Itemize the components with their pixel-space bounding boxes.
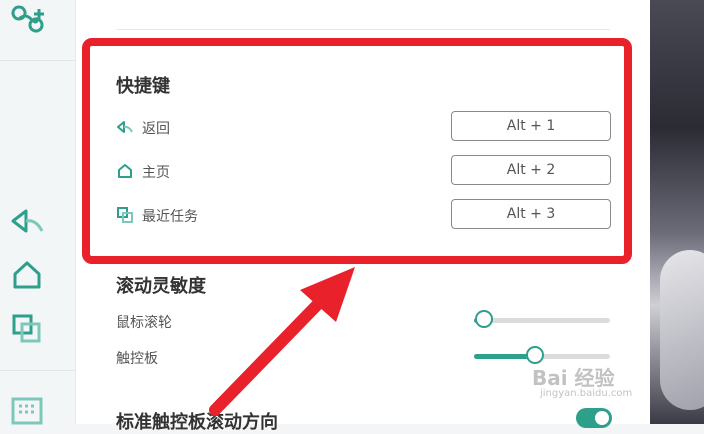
shortcut-label-back: 返回 [142,121,170,137]
watermark: Bai 经验 [532,366,615,390]
arduino-logo-icon[interactable] [10,5,46,33]
scroll-direction-title: 标准触控板滚动方向 [116,412,278,433]
scroll-direction-toggle[interactable] [576,408,612,428]
divider [116,29,610,30]
sidebar-divider [0,370,75,371]
mouse-wheel-slider[interactable] [474,310,610,328]
background-photo [650,0,704,424]
touchpad-label: 触控板 [116,351,158,367]
sidebar [0,0,76,425]
sidebar-divider [0,60,75,61]
toggle-knob [595,411,609,425]
shortcut-label-home: 主页 [142,165,170,181]
shortcut-key-home[interactable]: Alt + 2 [451,155,611,185]
mouse-wheel-slider-thumb[interactable] [474,310,493,328]
shortcut-label-recent: 最近任务 [142,209,198,225]
home-icon [118,164,132,178]
touchpad-slider[interactable] [474,346,610,364]
shortcut-key-back[interactable]: Alt + 1 [451,111,611,141]
sensitivity-title: 滚动灵敏度 [116,276,206,297]
back-icon [117,121,133,133]
home-icon[interactable] [10,258,44,292]
back-arrow-icon[interactable] [10,205,44,239]
shortcuts-title: 快捷键 [116,76,170,97]
mouse-wheel-label: 鼠标滚轮 [116,315,172,331]
shortcut-key-recent[interactable]: Alt + 3 [451,199,611,229]
keyboard-icon[interactable] [10,394,44,428]
settings-panel: 快捷键 返回 Alt + 1 主页 Alt + 2 最近任务 Alt + 3 滚… [76,0,650,433]
watermark-url: jingyan.baidu.com [540,388,633,399]
recent-tasks-icon [117,207,133,223]
recent-tasks-icon[interactable] [10,312,44,346]
